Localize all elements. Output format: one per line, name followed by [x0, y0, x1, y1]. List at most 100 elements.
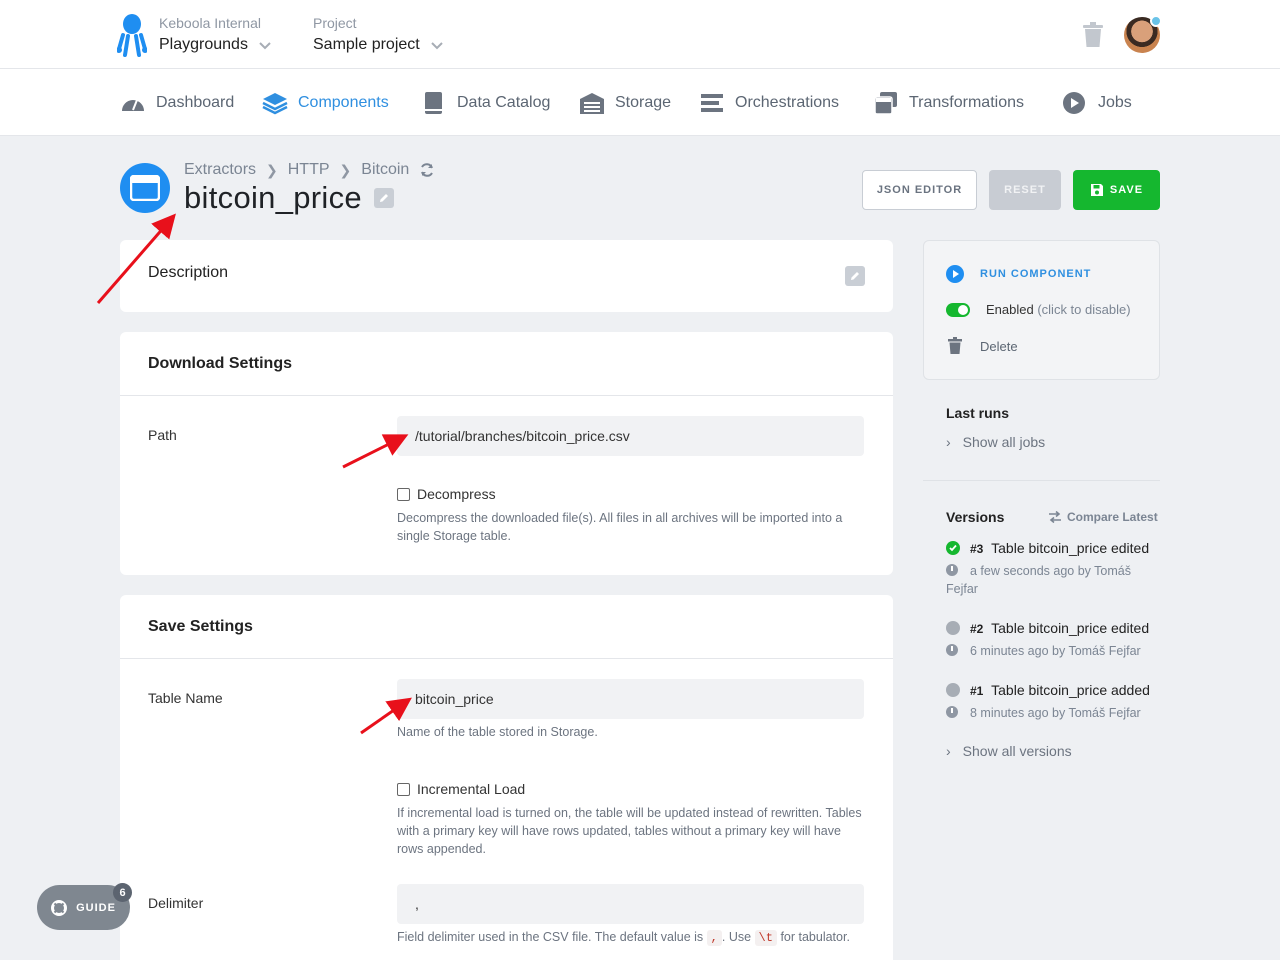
lifebuoy-icon [51, 899, 68, 916]
incremental-load-label: Incremental Load [417, 781, 526, 797]
decompress-checkbox[interactable] [397, 487, 410, 501]
floppy-disk-icon [1090, 184, 1103, 196]
clock-icon [946, 644, 958, 656]
chevron-down-icon [431, 42, 443, 50]
save-settings-card: Save Settings Table Name bitcoin_price N… [120, 595, 893, 960]
sync-icon[interactable] [419, 162, 435, 178]
breadcrumb-http[interactable]: HTTP [288, 161, 330, 179]
chevron-right-icon: ❯ [339, 161, 352, 178]
run-component-label: RUN COMPONENT [980, 268, 1092, 280]
show-all-jobs-label: Show all jobs [962, 434, 1046, 450]
incremental-load-option[interactable]: Incremental Load [397, 781, 525, 797]
trash-icon [948, 337, 962, 354]
version-item[interactable]: #2 Table bitcoin_price edited 6 minutes … [946, 620, 1160, 660]
breadcrumb-extractors[interactable]: Extractors [184, 161, 256, 179]
decompress-option[interactable]: Decompress [397, 486, 496, 502]
version-text: Table bitcoin_price edited [991, 540, 1150, 556]
table-name-input[interactable]: bitcoin_price [397, 679, 864, 719]
save-button[interactable]: SAVE [1073, 170, 1160, 210]
breadcrumb: Extractors ❯ HTTP ❯ Bitcoin [184, 161, 435, 179]
project-caption: Project [313, 15, 357, 31]
play-circle-icon [1063, 92, 1085, 114]
delimiter-help-text: Field delimiter used in the CSV file. Th… [397, 930, 704, 944]
pencil-icon[interactable] [845, 266, 865, 286]
page-title: bitcoin_price [184, 180, 394, 216]
nav-label: Storage [615, 94, 672, 111]
keboola-logo-icon[interactable] [117, 13, 147, 57]
decompress-help: Decompress the downloaded file(s). All f… [397, 511, 843, 543]
trash-icon[interactable] [1082, 22, 1104, 48]
compare-latest-button[interactable]: Compare Latest [1048, 510, 1158, 524]
divider [120, 395, 893, 396]
project-name: Sample project [313, 36, 420, 53]
nav-components[interactable]: Components [262, 91, 389, 115]
top-bar: Keboola Internal Playgrounds Project Sam… [0, 0, 1280, 69]
version-meta: a few seconds ago by Tomáš Fejfar [946, 564, 1131, 596]
version-number: #2 [970, 622, 984, 636]
enabled-toggle[interactable] [946, 302, 970, 317]
version-text: Table bitcoin_price added [991, 682, 1150, 698]
incremental-load-help: If incremental load is turned on, the ta… [397, 806, 862, 856]
browser-window-icon [130, 175, 160, 201]
delimiter-help-text: for tabulator. [780, 930, 850, 944]
chevron-right-icon: › [946, 743, 951, 759]
chevron-right-icon: ❯ [266, 161, 278, 178]
show-all-jobs-link[interactable]: › Show all jobs [946, 434, 1045, 450]
clock-icon [946, 706, 958, 718]
version-item[interactable]: #1 Table bitcoin_price added 8 minutes a… [946, 682, 1160, 722]
org-switcher[interactable]: Keboola Internal Playgrounds [159, 15, 272, 54]
version-text: Table bitcoin_price edited [991, 620, 1150, 636]
code-comma: , [706, 930, 722, 946]
code-tab: \t [754, 930, 777, 946]
dashboard-icon [122, 99, 144, 111]
enabled-label: Enabled [986, 302, 1034, 317]
nav-orchestrations[interactable]: Orchestrations [699, 91, 839, 115]
json-editor-button[interactable]: JSON EDITOR [862, 170, 977, 210]
play-circle-icon [946, 265, 964, 283]
page-title-text: bitcoin_price [184, 180, 362, 215]
bars-icon [701, 94, 723, 112]
nav-transformations[interactable]: Transformations [873, 91, 1024, 115]
show-all-versions-link[interactable]: › Show all versions [946, 743, 1072, 759]
nav-label: Orchestrations [735, 94, 840, 111]
nav-label: Data Catalog [457, 94, 551, 111]
version-number: #3 [970, 542, 984, 556]
component-actions-box: RUN COMPONENT Enabled (click to disable)… [923, 240, 1160, 380]
description-title: Description [148, 264, 229, 281]
version-meta: 6 minutes ago by Tomáš Fejfar [970, 644, 1141, 658]
circle-icon [946, 621, 960, 635]
window-stack-icon [874, 92, 897, 115]
reset-button[interactable]: RESET [989, 170, 1061, 210]
user-avatar[interactable] [1124, 15, 1162, 53]
download-settings-card: Download Settings Path /tutorial/branche… [120, 332, 893, 575]
show-all-versions-label: Show all versions [962, 743, 1072, 759]
nav-storage[interactable]: Storage [579, 91, 671, 115]
path-input[interactable]: /tutorial/branches/bitcoin_price.csv [397, 416, 864, 456]
delete-button[interactable]: Delete [946, 337, 1018, 355]
table-name-label: Table Name [148, 690, 223, 706]
save-settings-title: Save Settings [148, 618, 253, 635]
incremental-load-checkbox[interactable] [397, 782, 410, 796]
delimiter-label: Delimiter [148, 895, 204, 911]
project-switcher[interactable]: Project Sample project [313, 15, 444, 54]
pencil-icon[interactable] [373, 188, 394, 208]
main-nav: Dashboard Components Data Catalog Storag… [0, 69, 1280, 136]
breadcrumb-bitcoin[interactable]: Bitcoin [361, 161, 409, 179]
nav-label: Jobs [1098, 94, 1132, 111]
run-component-button[interactable]: RUN COMPONENT [946, 265, 1091, 283]
org-name: Playgrounds [159, 36, 248, 53]
enabled-toggle-row[interactable]: Enabled (click to disable) [946, 302, 1131, 317]
warehouse-icon [580, 93, 604, 114]
nav-jobs[interactable]: Jobs [1062, 91, 1132, 115]
clock-icon [946, 564, 958, 576]
version-item[interactable]: #3 Table bitcoin_price edited a few seco… [946, 540, 1160, 598]
nav-dashboard[interactable]: Dashboard [120, 91, 234, 115]
nav-label: Dashboard [156, 94, 235, 111]
version-number: #1 [970, 684, 984, 698]
delimiter-input[interactable]: , [397, 884, 864, 924]
nav-data-catalog[interactable]: Data Catalog [421, 91, 550, 115]
exchange-icon [1049, 511, 1061, 523]
book-icon [425, 92, 442, 114]
last-runs-heading: Last runs [946, 405, 1010, 421]
enabled-hint: (click to disable) [1037, 302, 1131, 317]
